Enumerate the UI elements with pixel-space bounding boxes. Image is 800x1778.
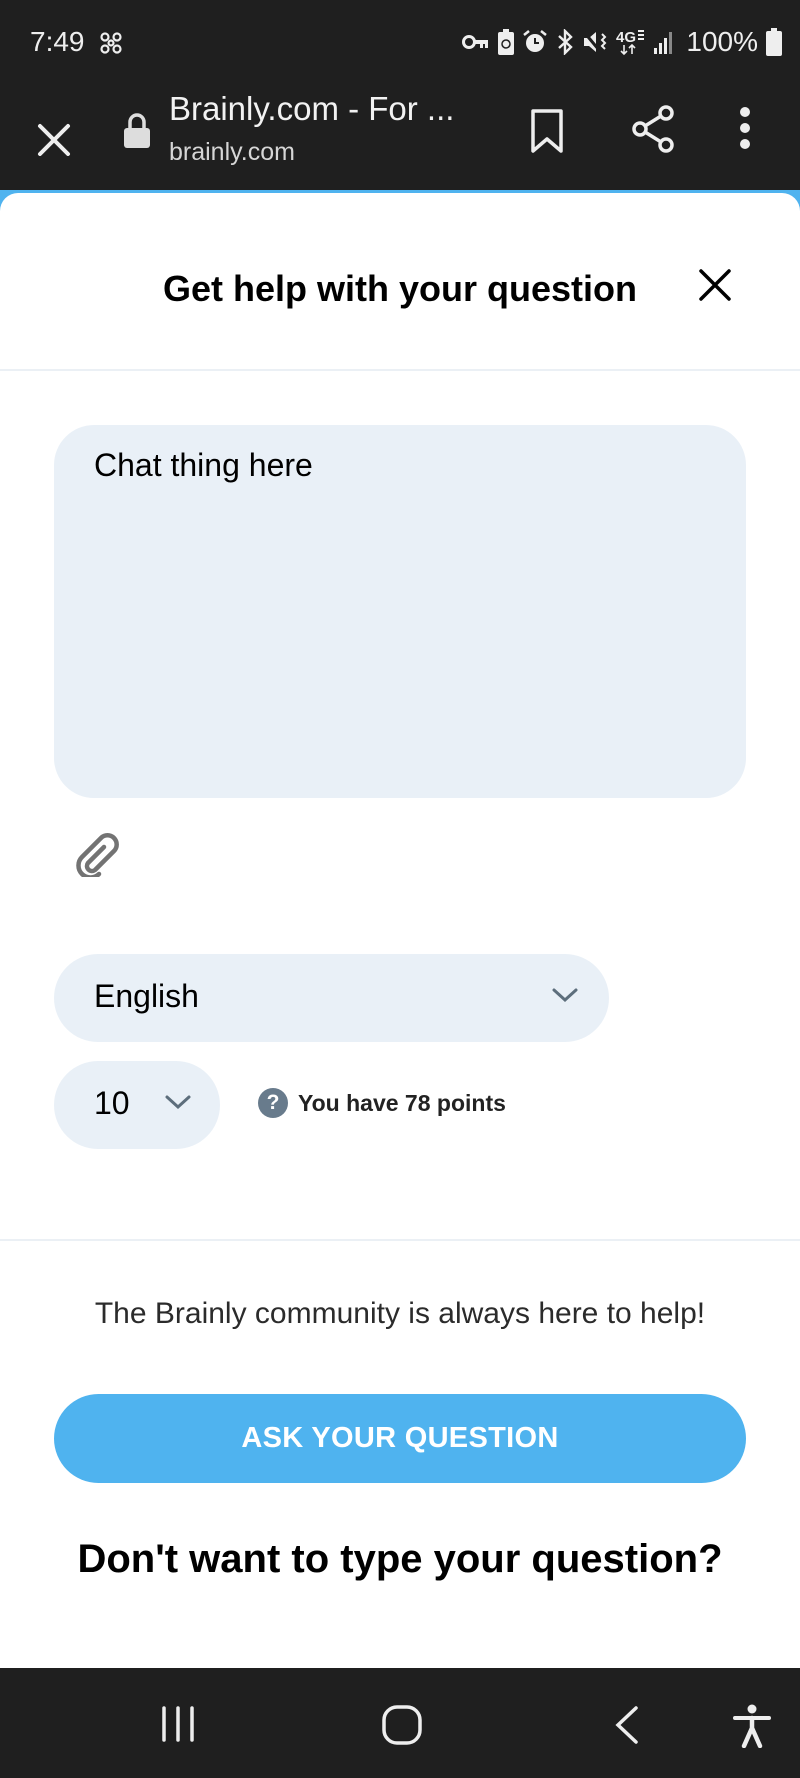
ask-question-button[interactable]: ASK YOUR QUESTION	[54, 1394, 746, 1483]
close-icon[interactable]	[695, 265, 735, 305]
lock-icon[interactable]	[124, 112, 150, 153]
points-select-value: 10	[94, 1085, 130, 1121]
back-icon[interactable]	[612, 1704, 642, 1751]
page-url[interactable]: brainly.com	[169, 138, 295, 167]
accessibility-icon[interactable]	[732, 1704, 772, 1753]
points-select[interactable]: 10	[54, 1061, 220, 1149]
help-icon[interactable]: ?	[258, 1088, 288, 1118]
points-balance-text: You have 78 points	[298, 1089, 506, 1116]
svg-text:4G: 4G	[616, 29, 636, 46]
modal-header: Get help with your question	[0, 193, 800, 371]
community-text: The Brainly community is always here to …	[94, 1297, 706, 1330]
divider	[0, 1239, 800, 1241]
browser-toolbar: Brainly.com - For ... brainly.com	[0, 90, 800, 190]
home-icon[interactable]	[381, 1704, 423, 1751]
4g-lte-icon: 4G	[616, 28, 646, 56]
more-options-icon[interactable]	[738, 106, 752, 155]
share-icon[interactable]	[630, 104, 676, 159]
battery-icon	[766, 28, 782, 56]
dont-type-heading: Don't want to type your question?	[77, 1537, 723, 1581]
points-info: ? You have 78 points	[258, 1088, 506, 1118]
ask-question-modal: Get help with your question English 10 ?	[0, 193, 800, 1668]
system-navigation-bar	[0, 1668, 800, 1778]
alarm-icon	[522, 29, 548, 55]
chevron-down-icon	[551, 986, 579, 1009]
language-select-value: English	[94, 978, 199, 1014]
status-icons: 4G 100%	[462, 26, 782, 58]
signal-icon	[654, 30, 674, 54]
bookmark-icon[interactable]	[530, 108, 564, 159]
fan-icon	[98, 30, 124, 61]
status-time: 7:49	[30, 26, 85, 57]
battery-saver-icon	[498, 29, 515, 55]
status-bar: 7:49 4G 100%	[0, 0, 800, 90]
page-title: Brainly.com - For ...	[169, 90, 455, 127]
question-input[interactable]	[54, 425, 746, 798]
language-select[interactable]: English	[54, 954, 609, 1042]
chevron-down-icon	[164, 1093, 192, 1116]
mute-vibrate-icon	[582, 30, 608, 54]
vpn-key-icon	[462, 33, 490, 51]
recent-apps-icon[interactable]	[158, 1704, 198, 1749]
page-content: Get help with your question English 10 ?	[0, 190, 800, 1668]
bluetooth-icon	[556, 29, 574, 55]
battery-percent: 100%	[686, 26, 758, 57]
modal-title: Get help with your question	[162, 268, 637, 309]
close-tab-icon[interactable]	[32, 112, 76, 156]
paperclip-icon[interactable]	[74, 833, 124, 882]
